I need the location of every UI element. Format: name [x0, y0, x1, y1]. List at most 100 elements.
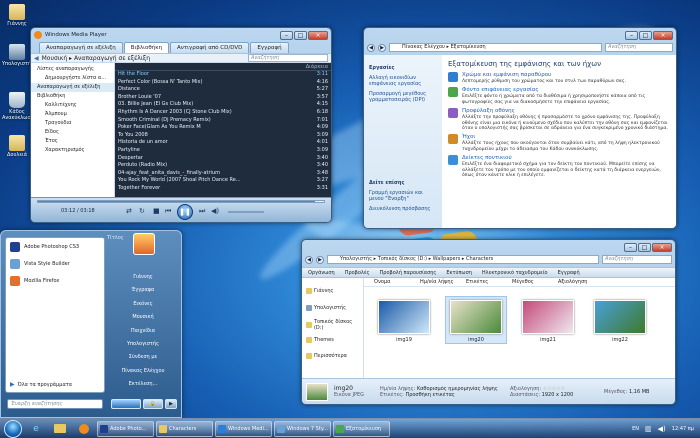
breadcrumb[interactable]: Μουσική ▸ Αναπαραγωγή σε εξέλιξη [42, 55, 150, 62]
track-row[interactable]: Smooth Criminal (Dj Premacy Remix) 7:01 [115, 117, 331, 125]
shuffle-icon[interactable]: ⇄ [126, 207, 132, 215]
next-icon[interactable]: ⏭ [199, 207, 205, 216]
library-nav-item[interactable]: Τραγούδια [31, 119, 114, 128]
desktop-icon-computer[interactable]: Υπολογιστής [2, 44, 34, 67]
track-row[interactable]: Rhythm Is A Dancer 2003 (CJ Stone Club M… [115, 109, 331, 117]
library-nav-item[interactable]: Λίστες αναπαραγωγής [31, 65, 114, 74]
desktop-icon-work[interactable]: Δουλειά [2, 135, 32, 158]
navigation-item[interactable]: Themes [302, 333, 363, 347]
forward-button[interactable]: ▶ [316, 255, 324, 264]
taskbar-task[interactable]: Windows 7 Sty... [274, 420, 331, 437]
pinned-program[interactable]: Adobe Photoshop CS3 [6, 238, 104, 255]
maximize-button[interactable]: □ [638, 242, 651, 252]
command-bar-button[interactable]: Εγγραφή [558, 270, 580, 276]
library-nav-item[interactable]: Βιβλιοθήκη [31, 92, 114, 101]
track-row[interactable]: Hit the Floor 3:11 [115, 71, 331, 79]
close-button[interactable]: × [652, 242, 672, 252]
track-row[interactable]: Poker Face(Glam As You Remix M 4:09 [115, 124, 331, 132]
start-right-item[interactable]: Παιχνίδια [107, 325, 179, 338]
volume-icon[interactable]: ◀) [211, 207, 219, 215]
minimize-button[interactable]: – [624, 242, 637, 252]
seek-bar[interactable] [37, 200, 325, 203]
pause-button[interactable]: ❚❚ [177, 204, 193, 220]
internet-explorer-icon[interactable]: e [25, 421, 47, 437]
command-bar-button[interactable]: Οργάνωση [308, 270, 335, 276]
previous-icon[interactable]: ⏮ [165, 207, 171, 216]
search-input[interactable]: Αναζήτηση [602, 255, 672, 264]
start-button[interactable] [4, 419, 22, 438]
start-search-input[interactable]: Έναρξη αναζήτησης [7, 399, 103, 409]
column-header[interactable]: Αξιολόγηση [558, 278, 602, 286]
minimize-button[interactable]: – [280, 30, 293, 40]
folder-icon[interactable] [49, 421, 71, 437]
shutdown-options-arrow-icon[interactable]: ▶ [165, 399, 177, 409]
file-item[interactable]: img22 [590, 297, 650, 343]
command-bar-button[interactable]: Ηλεκτρονικό ταχυδρομείο [482, 270, 548, 276]
language-indicator[interactable]: EN [632, 426, 639, 432]
desktop-icon-user[interactable]: Γιάννης [2, 4, 32, 27]
start-right-item[interactable]: Μουσική [107, 311, 179, 324]
duration-column-header[interactable]: Διάρκεια [306, 63, 328, 70]
tags-value[interactable]: Προσθήκη ετικέτας [405, 392, 454, 398]
media-player-icon[interactable] [73, 421, 95, 437]
start-right-item[interactable]: Έγγραφα [107, 284, 179, 297]
taskbar-task[interactable]: Adobe Photo... [97, 420, 154, 437]
navigation-item[interactable]: Τοπικός δίσκος (D:) [302, 316, 363, 333]
column-header[interactable]: Όνομα [374, 278, 418, 286]
track-row[interactable]: Perduto (Radio Mix) 3:40 [115, 162, 331, 170]
file-item[interactable]: img20 [445, 296, 507, 344]
tab-burn[interactable]: Εγγραφή [250, 42, 289, 53]
pinned-program[interactable]: Mozilla Firefox [6, 272, 104, 289]
track-row[interactable]: Historia de un amor 4:01 [115, 139, 331, 147]
network-icon[interactable]: ▥ [645, 425, 652, 433]
personalization-item-link[interactable]: Δείκτες ποντικιού [462, 155, 672, 161]
taskbar-task[interactable]: Εξατομίκευση [333, 420, 390, 437]
start-right-item[interactable]: Πίνακας Ελέγχου [107, 365, 179, 378]
library-nav-item[interactable]: Άλμπουμ [31, 110, 114, 119]
search-input[interactable]: Αναζήτηση [605, 43, 673, 52]
track-row[interactable]: Perfect Color (Bossa N' Tanto Mix) 4:16 [115, 79, 331, 87]
track-row[interactable]: Together Forever 3:31 [115, 185, 331, 193]
track-row[interactable]: 03. Billie Jean (El Gs Club Mix) 4:15 [115, 101, 331, 109]
navigation-item[interactable]: Γιάννης [302, 282, 363, 299]
see-also-link-accessibility[interactable]: Διευκόλυνση πρόσβασης [369, 206, 437, 212]
taskbar-task[interactable]: Windows Medi... [215, 420, 272, 437]
forward-button[interactable]: ▶ [378, 43, 386, 52]
library-nav-item[interactable]: Δημιουργήστε λίστα α... [31, 74, 114, 83]
desktop-icon-recycle-bin[interactable]: Κάδος Ανακύκλωσης [2, 92, 37, 121]
see-also-link-taskbar[interactable]: Γραμμή εργασιών και μενού "Έναρξη" [369, 190, 437, 202]
command-bar-button[interactable]: Εκτύπωση [446, 270, 472, 276]
taskbar-task[interactable]: Characters [156, 420, 213, 437]
search-input[interactable]: Αναζήτηση [248, 54, 328, 62]
personalization-item-link[interactable]: Προφύλαξη οθόνης [462, 108, 672, 114]
repeat-icon[interactable]: ↻ [139, 207, 145, 215]
library-nav-item[interactable]: Καλλιτέχνης [31, 101, 114, 110]
navigation-item[interactable]: Περισσότερα [302, 347, 363, 364]
tab-library[interactable]: Βιβλιοθήκη [123, 42, 169, 53]
command-bar-button[interactable]: Προβολές [345, 270, 370, 276]
volume-slider[interactable] [228, 211, 264, 213]
back-button[interactable]: ◀ [367, 43, 375, 52]
library-nav-item[interactable]: Χαρακτηρισμός [31, 146, 114, 155]
start-right-item[interactable]: Εικόνες [107, 298, 179, 311]
command-bar-button[interactable]: Προβολή παρουσίασης [380, 270, 437, 276]
breadcrumb[interactable]: Υπολογιστής ▸ Τοπικός δίσκος (D:) ▸ Wall… [327, 255, 599, 264]
navigation-item[interactable]: Υπολογιστής [302, 299, 363, 316]
clock[interactable]: 12:47 πμ [672, 426, 694, 432]
start-right-item[interactable]: Εκτέλεση... [107, 378, 179, 391]
close-button[interactable]: × [653, 30, 673, 40]
tab-now-playing[interactable]: Αναπαραγωγή σε εξέλιξη [39, 42, 123, 53]
track-row[interactable]: Partyline 3:09 [115, 147, 331, 155]
start-right-item[interactable]: Υπολογιστής [107, 338, 179, 351]
library-nav-item[interactable]: Έτος [31, 137, 114, 146]
start-right-item[interactable]: Γιάννης [107, 271, 179, 284]
all-programs-button[interactable]: ▶ Όλα τα προγράμματα [10, 381, 72, 388]
file-item[interactable]: img21 [518, 297, 578, 343]
tab-rip[interactable]: Αντιγραφή από CD/DVD [169, 42, 250, 53]
back-button[interactable]: ◀ [305, 255, 313, 264]
volume-icon[interactable]: ◀) [658, 425, 666, 433]
personalization-item-link[interactable]: Φόντο επιφάνειας εργασίας [462, 87, 672, 93]
library-nav-item[interactable]: Αναπαραγωγή σε εξέλιξη [31, 83, 114, 92]
lock-button[interactable]: 🔒 [143, 399, 163, 409]
close-button[interactable]: × [308, 30, 328, 40]
